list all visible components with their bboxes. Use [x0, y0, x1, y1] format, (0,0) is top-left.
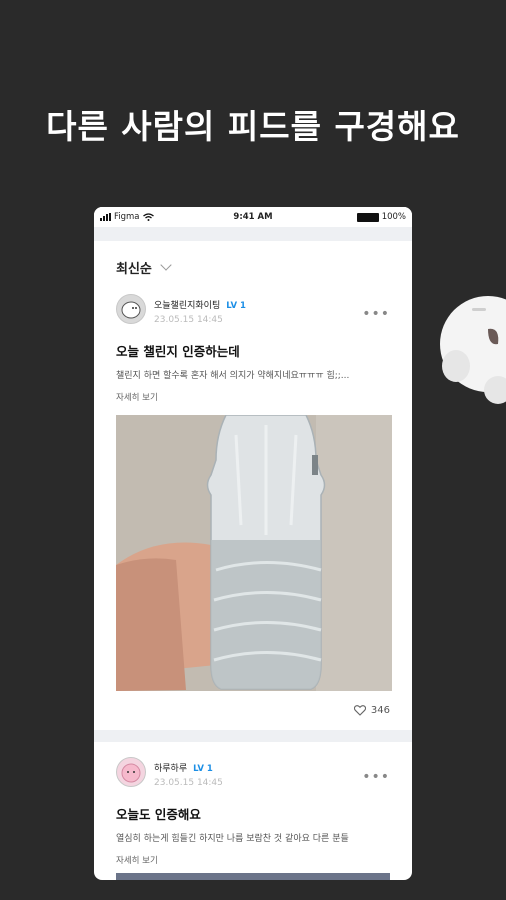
level-badge: LV 1 [226, 301, 246, 311]
post-title[interactable]: 오늘도 인증해요 [116, 804, 390, 823]
post-date: 23.05.15 14:45 [154, 315, 223, 325]
feed-post[interactable]: 오늘챌린지화이팅 LV 1 23.05.15 14:45 ••• 오늘 챌린지 인… [94, 293, 412, 716]
post-author[interactable]: 오늘챌린지화이팅 LV 1 23.05.15 14:45 [116, 293, 390, 325]
post-photo[interactable] [116, 415, 392, 691]
more-dots-icon[interactable]: ••• [362, 769, 390, 785]
more-dots-icon[interactable]: ••• [362, 306, 390, 322]
like-button[interactable]: 346 [116, 705, 390, 716]
post-body[interactable]: 열심히 하는게 힘들긴 하지만 나름 보람찬 것 같아요 다른 분들 [116, 831, 390, 844]
chevron-down-icon [160, 259, 172, 271]
post-author[interactable]: 하루하루 LV 1 23.05.15 14:45 [116, 756, 390, 788]
post-date: 23.05.15 14:45 [154, 778, 223, 788]
battery-icon [356, 212, 379, 222]
signal-icon [100, 213, 111, 221]
like-count: 346 [370, 705, 390, 716]
feed-post[interactable]: 하루하루 LV 1 23.05.15 14:45 ••• 오늘도 인증해요 열심히… [94, 742, 412, 866]
phone-mockup: Figma 9:41 AM 100% 최신순 오늘챌린지화이팅 LV 1 23.… [94, 207, 412, 880]
water-bottle-photo [116, 415, 392, 691]
wifi-icon [142, 213, 154, 221]
username[interactable]: 오늘챌린지화이팅 [154, 301, 220, 311]
see-more-link[interactable]: 자세히 보기 [116, 854, 390, 866]
post-body[interactable]: 챌린지 하면 할수록 혼자 해서 의지가 약해지네요ㅠㅠㅠ 힘;;... [116, 368, 390, 381]
level-badge: LV 1 [193, 764, 213, 774]
avatar[interactable] [116, 294, 146, 324]
battery-label: 100% [381, 212, 406, 222]
see-more-link[interactable]: 자세히 보기 [116, 391, 390, 403]
avatar-character-icon [121, 763, 141, 783]
avatar[interactable] [116, 757, 146, 787]
sort-dropdown[interactable]: 최신순 [94, 241, 412, 293]
username[interactable]: 하루하루 [154, 764, 187, 774]
mascot-character-icon [440, 296, 506, 404]
headline: 다른 사람의 피드를 구경해요 [46, 107, 460, 146]
post-divider [94, 730, 412, 742]
carrier-label: Figma [114, 212, 140, 222]
heart-icon [353, 705, 366, 716]
status-bar: Figma 9:41 AM 100% [94, 207, 412, 227]
post-title[interactable]: 오늘 챌린지 인증하는데 [116, 341, 390, 360]
avatar-character-icon [121, 301, 141, 319]
header-spacer [94, 227, 412, 241]
sort-label: 최신순 [116, 261, 152, 277]
next-post-photo-edge [116, 873, 390, 880]
